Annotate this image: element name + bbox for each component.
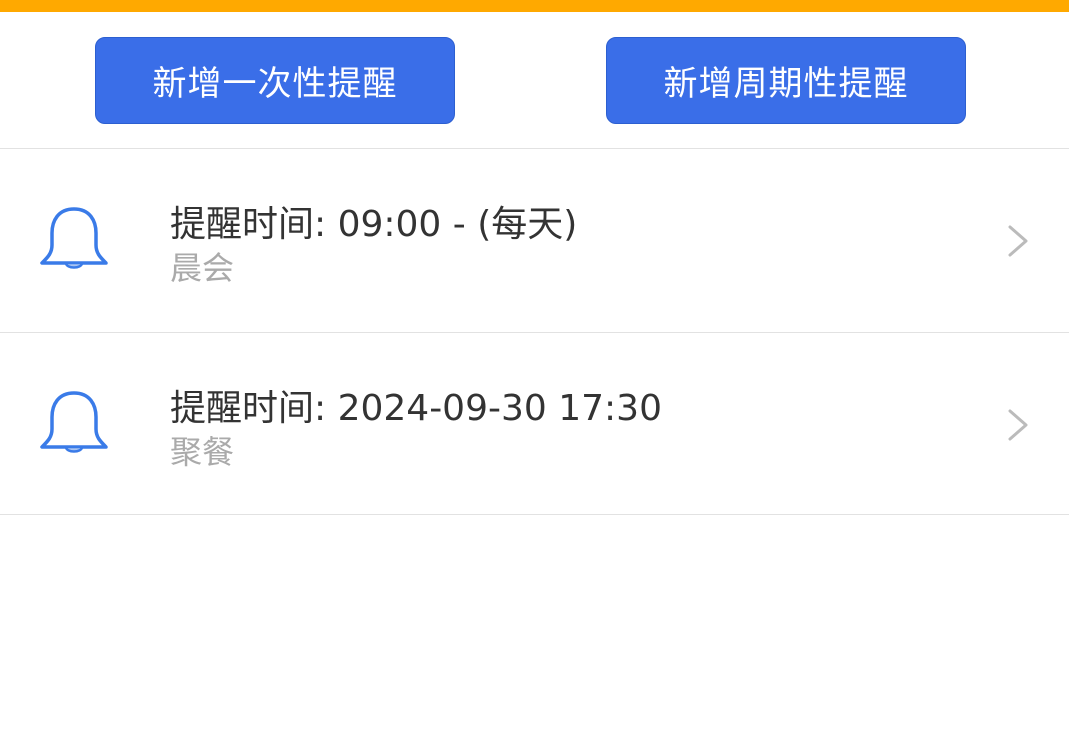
action-button-row: 新增一次性提醒 新增周期性提醒 bbox=[0, 12, 1069, 149]
bell-icon bbox=[40, 207, 108, 269]
add-one-time-reminder-button[interactable]: 新增一次性提醒 bbox=[95, 37, 455, 124]
chevron-right-icon bbox=[1008, 409, 1028, 441]
reminder-time: 提醒时间: 2024-09-30 17:30 bbox=[170, 388, 662, 429]
reminder-list-item[interactable]: 提醒时间: 2024-09-30 17:30 聚餐 bbox=[0, 333, 1069, 515]
reminder-title: 晨会 bbox=[170, 249, 235, 287]
reminder-list: 提醒时间: 09:00 - (每天) 晨会 提醒时间: 2024-09-30 1… bbox=[0, 149, 1069, 515]
add-periodic-reminder-button[interactable]: 新增周期性提醒 bbox=[606, 37, 966, 124]
chevron-right-icon bbox=[1008, 225, 1028, 257]
bell-icon bbox=[40, 391, 108, 453]
reminder-title: 聚餐 bbox=[170, 433, 235, 471]
reminder-list-item[interactable]: 提醒时间: 09:00 - (每天) 晨会 bbox=[0, 149, 1069, 333]
reminder-time: 提醒时间: 09:00 - (每天) bbox=[170, 204, 578, 245]
top-status-bar bbox=[0, 0, 1069, 12]
